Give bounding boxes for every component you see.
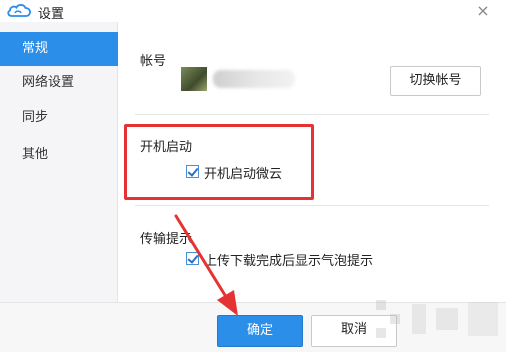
title-bar: 设置 × bbox=[0, 0, 506, 22]
switch-account-button[interactable]: 切换帐号 bbox=[390, 66, 481, 96]
avatar bbox=[181, 67, 207, 91]
account-name-blurred bbox=[213, 70, 295, 88]
ok-button[interactable]: 确定 bbox=[217, 315, 303, 347]
sidebar: 常规 网络设置 同步 其他 bbox=[0, 22, 118, 302]
section-divider bbox=[135, 205, 489, 206]
sidebar-item-sync[interactable]: 同步 bbox=[0, 101, 118, 135]
highlight-box bbox=[124, 124, 314, 200]
close-icon[interactable]: × bbox=[472, 0, 494, 22]
window-title: 设置 bbox=[38, 7, 65, 22]
sidebar-item-network[interactable]: 网络设置 bbox=[0, 66, 118, 100]
sidebar-item-other[interactable]: 其他 bbox=[0, 138, 118, 172]
transfer-tip-checkbox-label[interactable]: 上传下载完成后显示气泡提示 bbox=[204, 250, 373, 269]
watermark-logo bbox=[376, 300, 498, 338]
sidebar-item-general[interactable]: 常规 bbox=[0, 32, 118, 66]
account-section-label: 帐号 bbox=[140, 54, 167, 69]
cloud-icon bbox=[7, 4, 31, 17]
transfer-tip-checkbox[interactable] bbox=[186, 252, 199, 265]
section-divider bbox=[135, 114, 489, 115]
transfer-section-label: 传输提示 bbox=[140, 232, 193, 247]
